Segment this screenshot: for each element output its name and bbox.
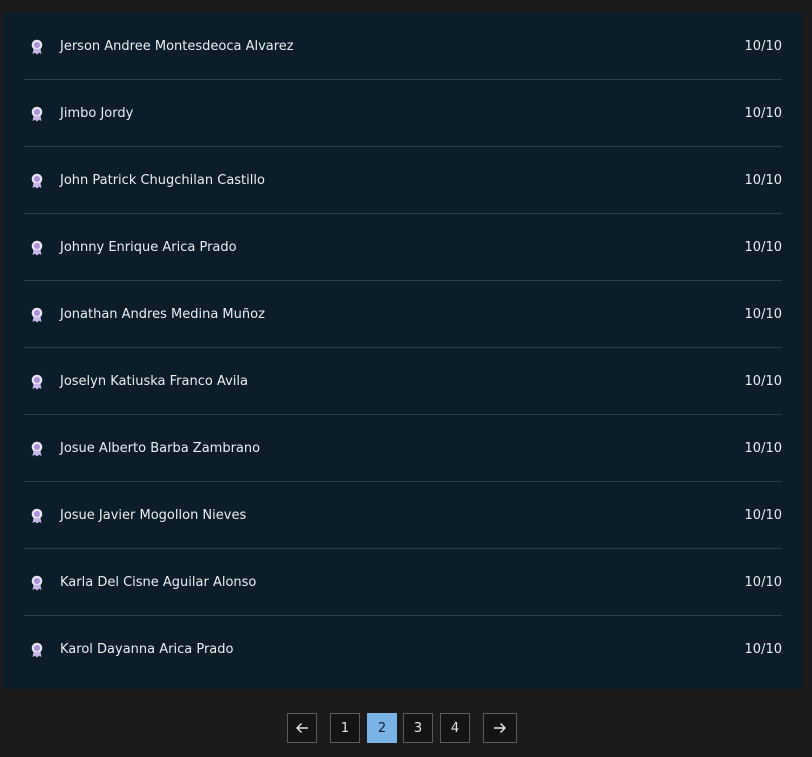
medal-icon [31, 173, 43, 189]
student-name: Jimbo Jordy [60, 105, 134, 121]
student-score: 10/10 [744, 306, 782, 322]
table-row: Jerson Andree Montesdeoca Alvarez 10/10 [24, 13, 782, 80]
table-row: Karol Dayanna Arica Prado 10/10 [24, 616, 782, 683]
medal-icon [31, 508, 43, 524]
prev-page-button[interactable] [287, 713, 317, 743]
student-name: Joselyn Katiuska Franco Avila [60, 373, 248, 389]
results-list: Jerson Andree Montesdeoca Alvarez 10/10 … [24, 13, 782, 683]
student-score: 10/10 [744, 105, 782, 121]
table-row: Josue Alberto Barba Zambrano 10/10 [24, 415, 782, 482]
table-row: Josue Javier Mogollon Nieves 10/10 [24, 482, 782, 549]
medal-icon [31, 441, 43, 457]
medal-icon [31, 240, 43, 256]
arrow-left-icon [296, 723, 308, 733]
arrow-right-icon [494, 723, 506, 733]
student-name: Karla Del Cisne Aguilar Alonso [60, 574, 257, 590]
page-2-button[interactable]: 2 [367, 713, 397, 743]
student-name: Johnny Enrique Arica Prado [60, 239, 237, 255]
student-name: Josue Alberto Barba Zambrano [60, 440, 261, 456]
medal-icon [31, 106, 43, 122]
student-name: Jonathan Andres Medina Muñoz [60, 306, 265, 322]
medal-icon [31, 575, 43, 591]
page-1-button[interactable]: 1 [330, 713, 360, 743]
table-row: Jimbo Jordy 10/10 [24, 80, 782, 147]
results-panel: Jerson Andree Montesdeoca Alvarez 10/10 … [3, 13, 802, 689]
student-score: 10/10 [744, 172, 782, 188]
pagination: 1 2 3 4 [0, 713, 812, 744]
table-row: Joselyn Katiuska Franco Avila 10/10 [24, 348, 782, 415]
student-name: Karol Dayanna Arica Prado [60, 642, 234, 657]
page-4-button[interactable]: 4 [440, 713, 470, 743]
page-3-button[interactable]: 3 [403, 713, 433, 743]
table-row: John Patrick Chugchilan Castillo 10/10 [24, 147, 782, 214]
student-score: 10/10 [744, 239, 782, 255]
student-score: 10/10 [744, 38, 782, 54]
student-score: 10/10 [744, 373, 782, 389]
medal-icon [31, 39, 43, 55]
top-strip [0, 0, 812, 13]
medal-icon [31, 374, 43, 390]
student-score: 10/10 [744, 574, 782, 590]
medal-icon [31, 642, 43, 658]
student-score: 10/10 [744, 507, 782, 523]
student-name: Jerson Andree Montesdeoca Alvarez [60, 38, 294, 54]
student-name: John Patrick Chugchilan Castillo [60, 172, 265, 188]
student-score: 10/10 [744, 440, 782, 456]
table-row: Karla Del Cisne Aguilar Alonso 10/10 [24, 549, 782, 616]
student-score: 10/10 [744, 642, 782, 657]
next-page-button[interactable] [483, 713, 517, 743]
student-name: Josue Javier Mogollon Nieves [60, 507, 247, 523]
medal-icon [31, 307, 43, 323]
table-row: Johnny Enrique Arica Prado 10/10 [24, 214, 782, 281]
table-row: Jonathan Andres Medina Muñoz 10/10 [24, 281, 782, 348]
